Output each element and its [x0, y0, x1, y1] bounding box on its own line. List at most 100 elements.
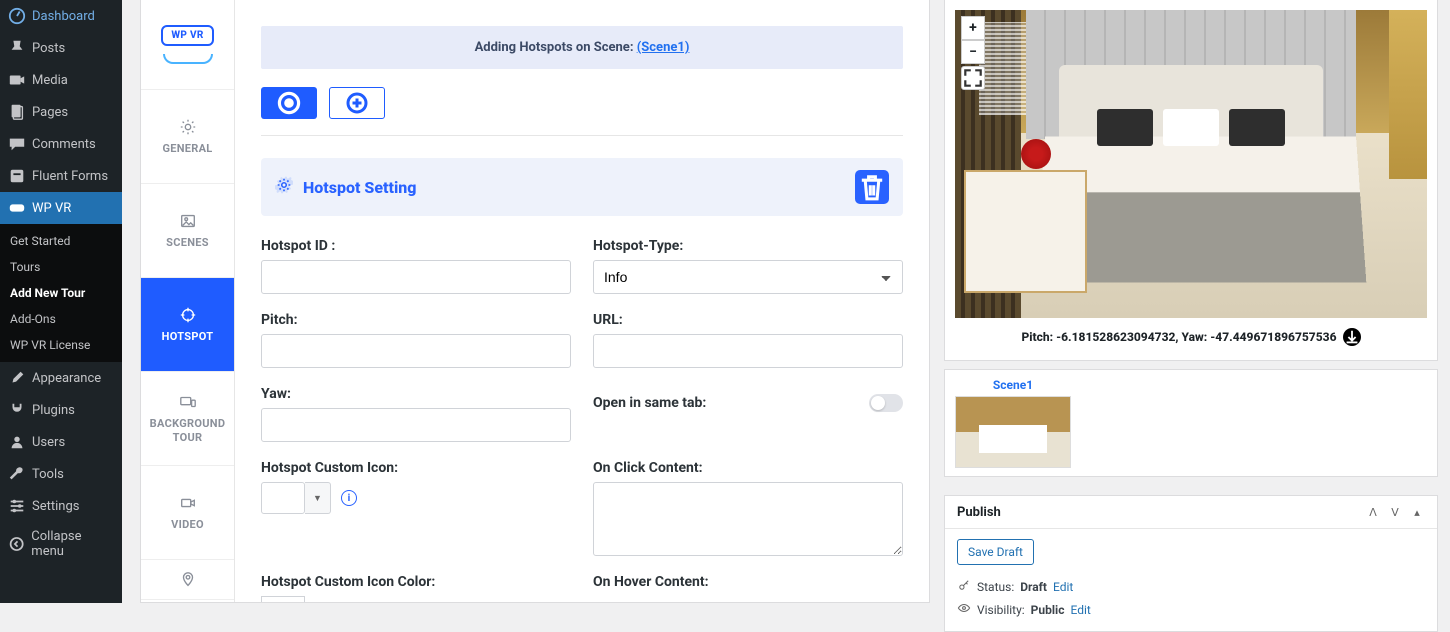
input-hotspot-id[interactable] — [261, 260, 571, 294]
tab-label: GENERAL — [162, 142, 212, 155]
tab-hotspot[interactable]: HOTSPOT — [141, 278, 234, 372]
vr-controls: + − — [961, 16, 985, 90]
menu-label: Dashboard — [32, 9, 95, 24]
menu-label: Posts — [32, 41, 65, 56]
menu-label: WP VR — [32, 201, 71, 216]
main-area: WP VR GENERAL SCENES HOTSPOT BACKGROUND … — [122, 0, 1450, 603]
editor-content: Adding Hotspots on Scene: (Scene1) Hotsp… — [235, 0, 929, 602]
trash-icon — [855, 170, 889, 204]
menu-pages[interactable]: Pages — [0, 96, 122, 128]
zoom-in-button[interactable]: + — [961, 16, 985, 40]
banner-scene-link[interactable]: (Scene1) — [637, 40, 690, 55]
status-row: Status: Draft Edit — [957, 575, 1425, 598]
sliders-icon — [8, 497, 26, 515]
scene-thumb-image — [955, 396, 1071, 468]
menu-wpvr[interactable]: WP VR — [0, 192, 122, 224]
apply-pitch-yaw-button[interactable] — [1343, 328, 1361, 346]
icon-picker-dropdown[interactable]: ▼ — [305, 482, 331, 514]
status-edit-link[interactable]: Edit — [1053, 580, 1073, 594]
tab-more[interactable] — [141, 560, 234, 600]
label-hotspot-type: Hotspot-Type: — [593, 238, 903, 254]
target-icon — [179, 306, 197, 324]
textarea-on-click[interactable] — [593, 482, 903, 556]
menu-users[interactable]: Users — [0, 426, 122, 458]
menu-label: Appearance — [32, 371, 101, 386]
toggle-open-same-tab[interactable] — [869, 394, 903, 412]
wpvr-submenu: Get Started Tours Add New Tour Add-Ons W… — [0, 224, 122, 362]
menu-fluent-forms[interactable]: Fluent Forms — [0, 160, 122, 192]
menu-plugins[interactable]: Plugins — [0, 394, 122, 426]
menu-label: Fluent Forms — [32, 169, 108, 184]
gauge-icon — [8, 7, 26, 25]
save-draft-button[interactable]: Save Draft — [957, 539, 1034, 565]
field-pitch: Pitch: — [261, 312, 571, 368]
gear-icon — [275, 176, 293, 198]
media-icon — [8, 71, 26, 89]
tab-general[interactable]: GENERAL — [141, 90, 234, 184]
visibility-row: Visibility: Public Edit — [957, 598, 1425, 621]
info-icon[interactable]: i — [341, 490, 357, 506]
menu-label: Pages — [32, 105, 68, 120]
label-yaw: Yaw: — [261, 386, 571, 402]
field-on-hover: On Hover Content: — [593, 574, 903, 602]
brush-icon — [8, 369, 26, 387]
select-hotspot-type[interactable]: Info — [593, 260, 903, 294]
label-on-hover: On Hover Content: — [593, 574, 903, 590]
logo-arc-icon — [163, 54, 213, 64]
scene-thumbnails: Scene1 — [944, 369, 1438, 477]
setting-title: Hotspot Setting — [303, 178, 855, 197]
color-swatch[interactable] — [261, 596, 305, 602]
tab-scenes[interactable]: SCENES — [141, 184, 234, 278]
vr-preview[interactable]: + − — [955, 10, 1427, 318]
menu-label: Collapse menu — [31, 529, 114, 559]
preview-panel: + − Pitch: -6.181528623094732, Yaw: -47.… — [944, 0, 1438, 632]
menu-media[interactable]: Media — [0, 64, 122, 96]
delete-hotspot-button[interactable] — [855, 170, 889, 204]
video-icon — [179, 494, 197, 512]
scene-thumb[interactable]: Scene1 — [955, 378, 1071, 468]
field-hotspot-type: Hotspot-Type: Info — [593, 238, 903, 294]
zoom-out-button[interactable]: − — [961, 40, 985, 64]
menu-label: Media — [32, 73, 68, 88]
wp-admin-sidebar: Dashboard Posts Media Pages Comments Flu… — [0, 0, 122, 603]
menu-comments[interactable]: Comments — [0, 128, 122, 160]
add-hotspot-button[interactable] — [329, 87, 385, 119]
key-icon — [957, 578, 971, 595]
form-icon — [8, 167, 26, 185]
panel-toggle-button[interactable]: ▴ — [1409, 504, 1425, 520]
menu-dashboard[interactable]: Dashboard — [0, 0, 122, 32]
menu-posts[interactable]: Posts — [0, 32, 122, 64]
tab-video[interactable]: VIDEO — [141, 466, 234, 560]
panel-down-button[interactable]: ᐯ — [1387, 504, 1403, 520]
menu-settings[interactable]: Settings — [0, 490, 122, 522]
tab-background-tour[interactable]: BACKGROUND TOUR — [141, 372, 234, 466]
pin-location-icon — [179, 571, 197, 589]
visibility-edit-link[interactable]: Edit — [1070, 603, 1090, 617]
input-yaw[interactable] — [261, 408, 571, 442]
label-url: URL: — [593, 312, 903, 328]
tab-logo[interactable]: WP VR — [141, 0, 234, 90]
tab-label: VIDEO — [171, 518, 204, 531]
sub-license[interactable]: WP VR License — [0, 332, 122, 358]
plug-icon — [8, 401, 26, 419]
tab-label: HOTSPOT — [162, 330, 214, 343]
sub-get-started[interactable]: Get Started — [0, 228, 122, 254]
fullscreen-button[interactable] — [961, 66, 985, 90]
icon-picker[interactable] — [261, 482, 305, 514]
input-pitch[interactable] — [261, 334, 571, 368]
status-label: Status: — [977, 580, 1014, 594]
sub-addons[interactable]: Add-Ons — [0, 306, 122, 332]
panel-up-button[interactable]: ᐱ — [1365, 504, 1381, 520]
field-custom-icon: Hotspot Custom Icon: ▼ i — [261, 460, 571, 556]
input-url[interactable] — [593, 334, 903, 368]
menu-label: Tools — [32, 467, 64, 482]
menu-collapse[interactable]: Collapse menu — [0, 522, 122, 566]
current-hotspot-button[interactable] — [261, 87, 317, 119]
separator — [261, 135, 903, 136]
label-on-click: On Click Content: — [593, 460, 903, 476]
menu-tools[interactable]: Tools — [0, 458, 122, 490]
sub-add-new-tour[interactable]: Add New Tour — [0, 280, 122, 306]
menu-appearance[interactable]: Appearance — [0, 362, 122, 394]
comment-icon — [8, 135, 26, 153]
sub-tours[interactable]: Tours — [0, 254, 122, 280]
